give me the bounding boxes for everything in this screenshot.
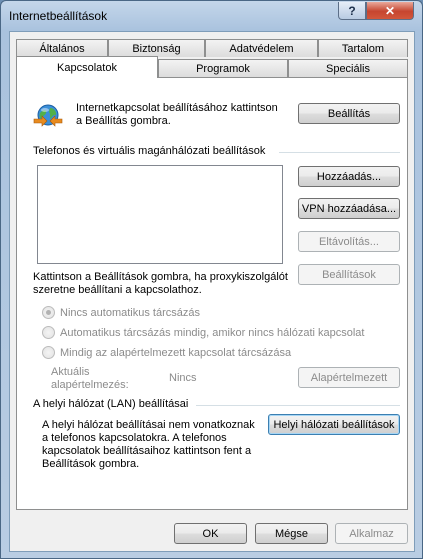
setup-text-line2: a Beállítás gombra.	[76, 115, 171, 127]
radio-dial-when-no-network-label: Automatikus tárcsázás mindig, amikor nin…	[60, 327, 365, 339]
lan-text-line4: Beállítások gombra.	[42, 458, 140, 470]
lan-settings-button[interactable]: Helyi hálózati beállítások	[268, 414, 400, 435]
proxy-text-line2: szeretne beállítani a kapcsolathoz.	[33, 284, 202, 296]
help-button[interactable]: ?	[338, 2, 366, 20]
internet-options-window: Internetbeállítások ? ✕ Általános Bizton…	[0, 0, 423, 559]
lan-section-divider	[196, 405, 400, 406]
window-title: Internetbeállítások	[9, 9, 108, 23]
vpn-section-heading: Telefonos és virtuális magánhálózati beá…	[33, 145, 266, 157]
dialog-client: Általános Biztonság Adatvédelem Tartalom…	[9, 31, 415, 552]
lan-section-heading: A helyi hálózat (LAN) beállításai	[33, 398, 189, 410]
remove-connection-button[interactable]: Eltávolítás...	[298, 231, 400, 252]
title-bar[interactable]: Internetbeállítások ? ✕	[1, 1, 422, 31]
connections-panel: Internetkapcsolat beállításához kattints…	[16, 77, 408, 510]
radio-dial-when-no-network[interactable]	[42, 326, 55, 339]
lan-text-line3: kapcsolatok beállításaihoz kattintson fe…	[42, 445, 252, 457]
radio-always-dial-default-label: Mindig az alapértelmezett kapcsolat tárc…	[60, 347, 292, 359]
tab-security[interactable]: Biztonság	[108, 39, 205, 57]
tab-programs[interactable]: Programok	[158, 59, 288, 77]
network-globe-icon	[33, 104, 63, 127]
current-default-label-line1: Aktuális	[51, 366, 90, 378]
current-default-label-line2: alapértelmezés:	[51, 379, 129, 391]
lan-text-line1: A helyi hálózat beállításai nem vonatkoz…	[42, 419, 255, 431]
set-default-button[interactable]: Alapértelmezett	[298, 367, 400, 388]
connections-listbox[interactable]	[37, 165, 283, 264]
lan-text-line2: a telefonos kapcsolatokra. A telefonos	[42, 432, 227, 444]
setup-text-line1: Internetkapcsolat beállításához kattints…	[76, 102, 278, 114]
radio-never-dial[interactable]	[42, 306, 55, 319]
current-default-value: Nincs	[169, 372, 197, 384]
tab-content[interactable]: Tartalom	[318, 39, 408, 57]
apply-button[interactable]: Alkalmaz	[335, 523, 408, 544]
tab-advanced[interactable]: Speciális	[288, 59, 408, 77]
vpn-section-divider	[279, 152, 400, 153]
proxy-text-line1: Kattintson a Beállítások gombra, ha prox…	[33, 271, 288, 283]
tab-connections[interactable]: Kapcsolatok	[16, 56, 158, 78]
ok-button[interactable]: OK	[174, 523, 247, 544]
help-icon: ?	[348, 3, 356, 18]
close-button[interactable]: ✕	[366, 2, 414, 20]
setup-button[interactable]: Beállítás	[298, 103, 400, 124]
radio-always-dial-default[interactable]	[42, 346, 55, 359]
cancel-button[interactable]: Mégse	[255, 523, 328, 544]
add-vpn-button[interactable]: VPN hozzáadása...	[298, 198, 400, 219]
proxy-settings-button[interactable]: Beállítások	[298, 264, 400, 285]
tab-general[interactable]: Általános	[16, 39, 108, 57]
close-icon: ✕	[384, 3, 396, 18]
tab-privacy[interactable]: Adatvédelem	[205, 39, 318, 57]
add-connection-button[interactable]: Hozzáadás...	[298, 166, 400, 187]
radio-never-dial-label: Nincs automatikus tárcsázás	[60, 307, 200, 319]
